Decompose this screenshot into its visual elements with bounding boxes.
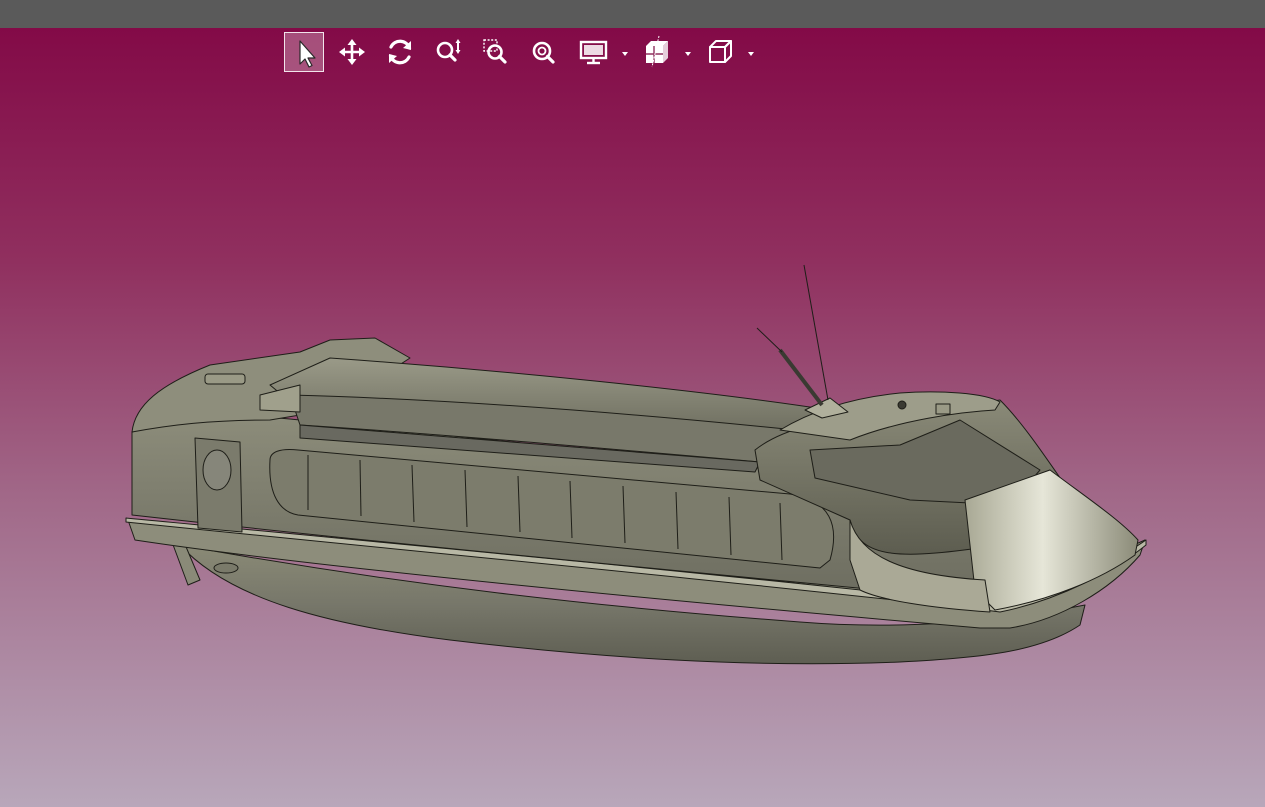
antenna-1: [803, 264, 829, 401]
viewer-window: [0, 0, 1265, 807]
roof-box: [935, 403, 951, 415]
window-title-bar: [0, 0, 1265, 28]
mast-arm: [778, 348, 824, 407]
antenna-2: [756, 327, 783, 353]
aft-hatch: [204, 373, 246, 385]
propeller-shaft: [213, 562, 239, 574]
boat-3d-model[interactable]: [0, 28, 1265, 807]
3d-viewport[interactable]: [0, 28, 1265, 807]
roof-light: [897, 400, 907, 410]
bow-section: [964, 469, 1139, 611]
porthole: [202, 449, 232, 491]
